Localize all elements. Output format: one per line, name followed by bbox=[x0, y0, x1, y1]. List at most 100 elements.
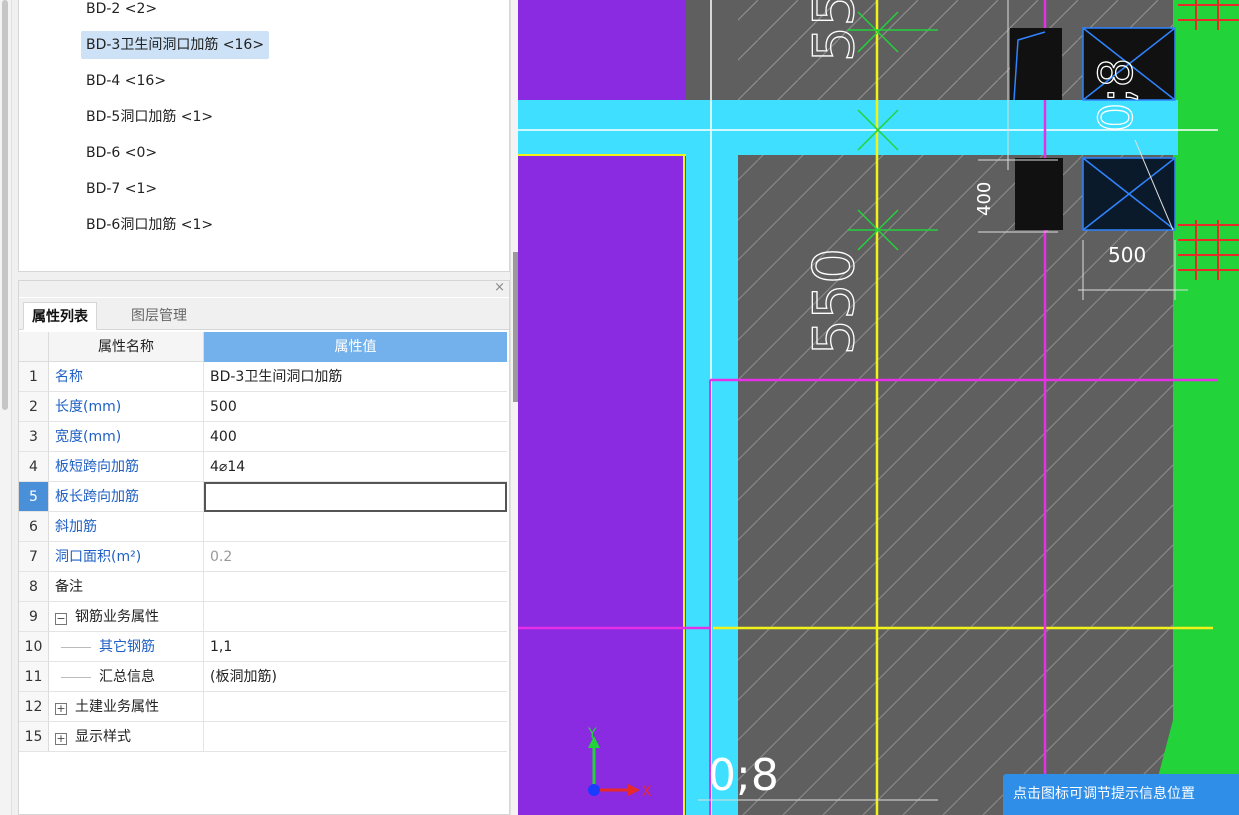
property-row[interactable]: 7 洞口面积(m²) 0.2 bbox=[19, 542, 509, 572]
property-panel: × 属性列表 图层管理 属性名称 属性值 1 名称 BD-3卫生间洞口加筋 2 … bbox=[18, 280, 510, 815]
property-name: 斜加筋 bbox=[49, 512, 204, 542]
tab-layer-management[interactable]: 图层管理 bbox=[123, 302, 195, 330]
property-name: 板长跨向加筋 bbox=[49, 482, 204, 512]
property-group-row[interactable]: 12 + 土建业务属性 bbox=[19, 692, 509, 722]
tree-item-bd-3[interactable]: BD-3卫生间洞口加筋 <16> bbox=[81, 31, 270, 59]
property-row[interactable]: 8 备注 bbox=[19, 572, 509, 602]
property-row[interactable]: 1 名称 BD-3卫生间洞口加筋 bbox=[19, 362, 509, 392]
tip-banner[interactable]: 点击图标可调节提示信息位置 bbox=[1003, 774, 1239, 815]
row-number: 12 bbox=[19, 692, 49, 722]
row-number: 7 bbox=[19, 542, 49, 572]
property-group-row[interactable]: 15 + 显示样式 bbox=[19, 722, 509, 752]
green-beam bbox=[1173, 0, 1239, 815]
property-value bbox=[204, 602, 507, 632]
dim-550-top: 550 bbox=[802, 0, 867, 62]
tree-item-bd-2[interactable]: BD-2 <2> bbox=[81, 0, 162, 23]
property-grid: 属性名称 属性值 1 名称 BD-3卫生间洞口加筋 2 长度(mm) 500 3… bbox=[19, 332, 509, 752]
axis-y-label: Y bbox=[587, 726, 597, 742]
property-row[interactable]: 3 宽度(mm) 400 bbox=[19, 422, 509, 452]
group-label: 显示样式 bbox=[75, 729, 131, 745]
property-value[interactable]: (板洞加筋) bbox=[204, 662, 507, 692]
dim-400: 400 bbox=[974, 182, 995, 216]
property-value bbox=[204, 692, 507, 722]
property-row[interactable]: 11 汇总信息 (板洞加筋) bbox=[19, 662, 509, 692]
panel-splitter[interactable] bbox=[510, 0, 518, 815]
drawing-svg[interactable]: 550 550 0;8 400 500 0;8 Y X bbox=[518, 0, 1239, 815]
row-number: 9 bbox=[19, 602, 49, 632]
label-0-8-top: 0;8 bbox=[1089, 58, 1143, 132]
header-property-name: 属性名称 bbox=[49, 332, 204, 362]
group-label: 钢筋业务属性 bbox=[75, 609, 159, 625]
property-value[interactable]: 4⌀14 bbox=[204, 452, 507, 482]
dim-550: 550 bbox=[802, 248, 867, 355]
expand-icon[interactable]: + bbox=[55, 703, 67, 715]
opening-black-3 bbox=[1015, 158, 1063, 230]
row-number: 6 bbox=[19, 512, 49, 542]
scroll-thumb[interactable] bbox=[2, 0, 8, 410]
property-name: 板短跨向加筋 bbox=[49, 452, 204, 482]
property-group-name: + 显示样式 bbox=[49, 722, 204, 752]
tree-item-bd-6[interactable]: BD-6 <0> bbox=[81, 139, 162, 167]
tree-connector bbox=[61, 646, 91, 648]
collapse-icon[interactable]: − bbox=[55, 613, 67, 625]
row-number: 4 bbox=[19, 452, 49, 482]
property-name: 洞口面积(m²) bbox=[49, 542, 204, 572]
component-tree: BD-2 <2> BD-3卫生间洞口加筋 <16> BD-4 <16> BD-5… bbox=[18, 0, 510, 272]
tree-connector bbox=[61, 676, 91, 678]
property-group-row[interactable]: 9 − 钢筋业务属性 bbox=[19, 602, 509, 632]
row-number: 5 bbox=[19, 482, 49, 512]
left-scroll-strip bbox=[0, 0, 12, 815]
property-value bbox=[204, 722, 507, 752]
property-row[interactable]: 2 长度(mm) 500 bbox=[19, 392, 509, 422]
child-label: 汇总信息 bbox=[99, 669, 155, 685]
property-group-name: + 土建业务属性 bbox=[49, 692, 204, 722]
tree-item-bd-5[interactable]: BD-5洞口加筋 <1> bbox=[81, 103, 218, 131]
label-0-8-bottom: 0;8 bbox=[708, 750, 779, 801]
property-value-editor[interactable] bbox=[204, 482, 507, 512]
property-value[interactable]: 400 bbox=[204, 422, 507, 452]
expand-icon[interactable]: + bbox=[55, 733, 67, 745]
panel-tabs: 属性列表 图层管理 bbox=[19, 298, 509, 330]
property-value[interactable]: BD-3卫生间洞口加筋 bbox=[204, 362, 507, 392]
child-label: 其它钢筋 bbox=[99, 639, 155, 655]
property-group-name: − 钢筋业务属性 bbox=[49, 602, 204, 632]
property-value[interactable]: 500 bbox=[204, 392, 507, 422]
cyan-beam-horizontal bbox=[518, 100, 1178, 155]
panel-header: × bbox=[19, 280, 509, 297]
property-name-child: 其它钢筋 bbox=[49, 632, 204, 662]
row-number: 15 bbox=[19, 722, 49, 752]
axis-x-label: X bbox=[642, 784, 652, 800]
row-number: 10 bbox=[19, 632, 49, 662]
property-value[interactable]: 1,1 bbox=[204, 632, 507, 662]
row-number: 8 bbox=[19, 572, 49, 602]
property-row[interactable]: 4 板短跨向加筋 4⌀14 bbox=[19, 452, 509, 482]
property-name: 备注 bbox=[49, 572, 204, 602]
property-name-child: 汇总信息 bbox=[49, 662, 204, 692]
group-label: 土建业务属性 bbox=[75, 699, 159, 715]
property-value[interactable] bbox=[204, 512, 507, 542]
dim-500: 500 bbox=[1108, 243, 1146, 267]
header-row-number bbox=[19, 332, 49, 362]
opening-black-1 bbox=[1010, 28, 1062, 100]
property-row[interactable]: 10 其它钢筋 1,1 bbox=[19, 632, 509, 662]
property-row[interactable]: 6 斜加筋 bbox=[19, 512, 509, 542]
property-row-active[interactable]: 5 板长跨向加筋 bbox=[19, 482, 509, 512]
app-window: BD-2 <2> BD-3卫生间洞口加筋 <16> BD-4 <16> BD-5… bbox=[0, 0, 1239, 815]
tab-property-list[interactable]: 属性列表 bbox=[23, 302, 97, 330]
property-name: 宽度(mm) bbox=[49, 422, 204, 452]
property-name: 长度(mm) bbox=[49, 392, 204, 422]
header-property-value: 属性值 bbox=[204, 332, 507, 362]
tree-item-bd-7[interactable]: BD-7 <1> bbox=[81, 175, 162, 203]
drawing-canvas[interactable]: 550 550 0;8 400 500 0;8 Y X bbox=[518, 0, 1239, 815]
property-name: 名称 bbox=[49, 362, 204, 392]
axis-origin bbox=[588, 784, 600, 796]
row-number: 3 bbox=[19, 422, 49, 452]
property-value[interactable] bbox=[204, 572, 507, 602]
close-icon[interactable]: × bbox=[494, 280, 505, 296]
row-number: 2 bbox=[19, 392, 49, 422]
tree-item-bd-6-hole[interactable]: BD-6洞口加筋 <1> bbox=[81, 211, 218, 239]
row-number: 11 bbox=[19, 662, 49, 692]
purple-top bbox=[518, 0, 686, 100]
tree-item-bd-4[interactable]: BD-4 <16> bbox=[81, 67, 171, 95]
property-value: 0.2 bbox=[204, 542, 507, 572]
